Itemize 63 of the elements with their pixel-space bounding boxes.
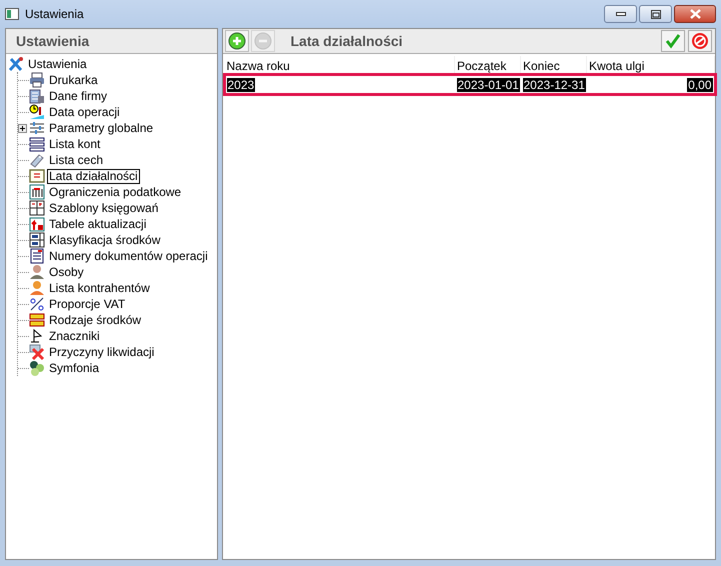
table-cell: 0,00 bbox=[687, 78, 712, 92]
tree-item[interactable]: Lista kontrahentów bbox=[47, 280, 152, 296]
minimize-button[interactable] bbox=[604, 5, 637, 23]
tree-item[interactable]: Rodzaje środków bbox=[47, 312, 144, 328]
tree-item[interactable]: Data operacji bbox=[47, 104, 122, 120]
clock-icon bbox=[29, 104, 45, 120]
column-header[interactable]: Początek bbox=[454, 56, 520, 75]
add-button[interactable] bbox=[224, 30, 248, 52]
check-icon bbox=[665, 33, 681, 49]
circles-icon bbox=[29, 360, 45, 376]
close-button[interactable] bbox=[674, 5, 716, 23]
tree-item[interactable]: Lista cech bbox=[47, 152, 106, 168]
table-icon bbox=[29, 232, 45, 248]
expand-toggle[interactable] bbox=[18, 124, 27, 132]
app-icon bbox=[5, 7, 19, 21]
window-title: Ustawienia bbox=[25, 7, 85, 21]
document-icon bbox=[29, 248, 45, 264]
column-header[interactable]: Kwota ulgi bbox=[586, 56, 714, 75]
table-row[interactable]: 2023 2023-01-01 2023-12-31 0,00 bbox=[224, 75, 714, 94]
cancel-icon bbox=[691, 32, 709, 50]
tree-item[interactable]: Symfonia bbox=[47, 360, 102, 376]
minimize-icon bbox=[616, 12, 626, 16]
tree-item[interactable]: Dane firmy bbox=[47, 88, 110, 104]
tree-item[interactable]: Znaczniki bbox=[47, 328, 102, 344]
flag-icon bbox=[29, 328, 45, 344]
tag-icon bbox=[29, 152, 45, 168]
confirm-button[interactable] bbox=[661, 30, 685, 52]
tree-item[interactable]: Ustawienia bbox=[26, 56, 89, 72]
add-icon bbox=[228, 32, 246, 50]
sliders-icon bbox=[29, 120, 45, 136]
grid-icon bbox=[29, 200, 45, 216]
column-header[interactable]: Nazwa roku bbox=[224, 56, 454, 75]
tree-item[interactable]: Drukarka bbox=[47, 72, 100, 88]
table-cell: 2023-12-31 bbox=[522, 78, 586, 92]
person-icon bbox=[29, 280, 45, 296]
table-cell: 2023-01-01 bbox=[456, 78, 520, 92]
tree-item[interactable]: Szablony księgowań bbox=[47, 200, 160, 216]
tree-item[interactable]: Lata działalności bbox=[47, 168, 140, 184]
cancel-button[interactable] bbox=[688, 30, 712, 52]
printer-icon bbox=[29, 72, 45, 88]
tree-item[interactable]: Klasyfikacja środków bbox=[47, 232, 162, 248]
list-icon bbox=[29, 136, 45, 152]
maximize-icon bbox=[650, 10, 660, 18]
bar-chart-icon bbox=[29, 184, 45, 200]
tree-item[interactable]: Osoby bbox=[47, 264, 86, 280]
remove-icon bbox=[254, 32, 272, 50]
maximize-button[interactable] bbox=[639, 5, 672, 23]
person-icon bbox=[29, 264, 45, 280]
tree-item[interactable]: Parametry globalne bbox=[47, 120, 156, 136]
percent-icon bbox=[29, 296, 45, 312]
tree-item[interactable]: Numery dokumentów operacji bbox=[47, 248, 210, 264]
cross-icon bbox=[29, 344, 45, 360]
tree-item[interactable]: Lista kont bbox=[47, 136, 102, 152]
panel-title: Lata działalności bbox=[290, 33, 404, 49]
table-cell: 2023 bbox=[226, 78, 256, 92]
sidebar-title: Ustawienia bbox=[15, 33, 90, 49]
tree-item[interactable]: Proporcje VAT bbox=[47, 296, 128, 312]
building-icon bbox=[29, 88, 45, 104]
tree-item[interactable]: Tabele aktualizacji bbox=[47, 216, 148, 232]
tree-item[interactable]: Ograniczenia podatkowe bbox=[47, 184, 184, 200]
tree-item[interactable]: Przyczyny likwidacji bbox=[47, 344, 156, 360]
column-header[interactable]: Koniec bbox=[520, 56, 586, 75]
close-icon bbox=[690, 9, 700, 19]
